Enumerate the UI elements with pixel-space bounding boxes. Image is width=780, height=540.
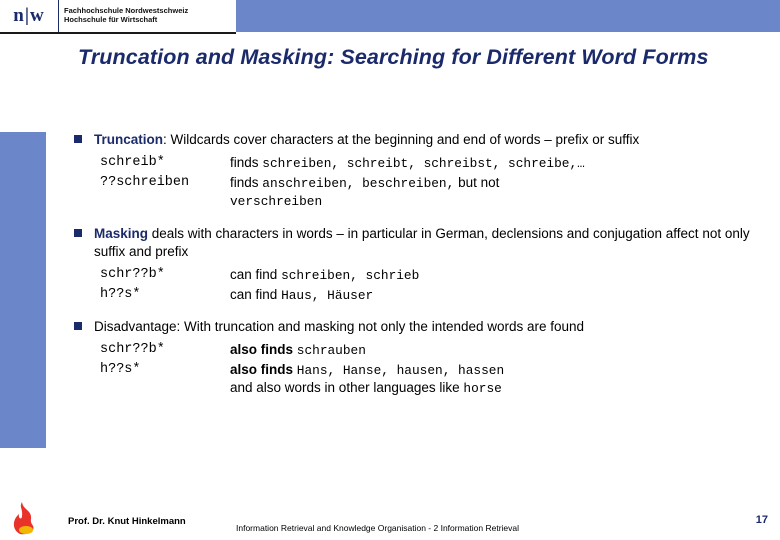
example-value: anschreiben, beschreiben, xyxy=(262,176,455,192)
table-row: schreib* finds schreiben, schreibt, schr… xyxy=(72,153,585,173)
footer-page-number: 17 xyxy=(755,514,768,526)
bullet-lead-truncation: Truncation xyxy=(94,132,164,147)
slide-content: Truncation: Wildcards cover characters a… xyxy=(72,131,772,410)
institution-logo: n|w Fachhochschule Nordwestschweiz Hochs… xyxy=(0,0,236,34)
table-row: schr??b* can find schreiben, schrieb xyxy=(72,265,419,285)
flame-logo-icon xyxy=(13,502,34,535)
example-term: h??s* xyxy=(100,287,141,303)
bullet-masking: Masking deals with characters in words –… xyxy=(72,225,772,261)
bullet-group-masking: Masking deals with characters in words –… xyxy=(72,225,772,306)
examples-masking: schr??b* can find schreiben, schrieb h??… xyxy=(72,265,419,306)
example-description: finds anschreiben, beschreiben, but not … xyxy=(230,173,585,211)
left-accent-band xyxy=(0,132,46,448)
example-label-secondary: but not xyxy=(458,175,500,191)
bullet-group-disadvantage: Disadvantage: With truncation and maskin… xyxy=(72,318,772,399)
example-value-secondary: verschreiben xyxy=(230,193,323,209)
example-label: also finds xyxy=(230,341,294,357)
example-description: finds schreiben, schreibt, schreibst, sc… xyxy=(230,153,585,173)
example-description: also finds Hans, Hanse, hausen, hassen a… xyxy=(230,360,504,399)
example-label-secondary: and also words in other languages like xyxy=(230,380,460,396)
example-term: h??s* xyxy=(100,361,141,377)
bullet-text-truncation: : Wildcards cover characters at the begi… xyxy=(163,132,640,147)
example-term: schr??b* xyxy=(100,341,165,357)
bullet-marker-icon xyxy=(74,135,82,143)
example-label: can find xyxy=(230,287,278,303)
bullet-disadvantage: Disadvantage: With truncation and maskin… xyxy=(72,318,772,336)
example-label: finds xyxy=(230,155,259,171)
bullet-marker-icon xyxy=(74,228,82,237)
example-term: schr??b* xyxy=(100,267,165,283)
page-title: Truncation and Masking: Searching for Di… xyxy=(78,45,709,69)
footer-course-info: Information Retrieval and Knowledge Orga… xyxy=(236,523,520,533)
example-term: schreib* xyxy=(100,155,165,171)
bullet-text-masking: deals with characters in words – in part… xyxy=(94,225,750,259)
example-label: finds xyxy=(230,175,259,191)
example-description: can find schreiben, schrieb xyxy=(230,265,419,285)
example-value: Haus, Häuser xyxy=(281,288,374,304)
bullet-truncation: Truncation: Wildcards cover characters a… xyxy=(72,131,772,149)
example-label: can find xyxy=(230,267,278,283)
top-banner: n|w Fachhochschule Nordwestschweiz Hochs… xyxy=(0,0,780,34)
bullet-text-disadvantage: Disadvantage: With truncation and maskin… xyxy=(94,318,585,334)
bullet-marker-icon xyxy=(74,321,82,330)
footer-author: Prof. Dr. Knut Hinkelmann xyxy=(68,516,186,527)
table-row: ??schreiben finds anschreiben, beschreib… xyxy=(72,173,585,211)
example-value: Hans, Hanse, hausen, hassen xyxy=(296,362,505,378)
example-value-secondary: horse xyxy=(463,381,502,397)
example-extra-note: and also words in other languages like h… xyxy=(230,379,504,397)
table-row: h??s* can find Haus, Häuser xyxy=(72,285,419,305)
bullet-lead-masking: Masking xyxy=(94,225,149,241)
logo-line-2: Hochschule für Wirtschaft xyxy=(64,15,158,24)
example-description: can find Haus, Häuser xyxy=(230,285,419,305)
example-value: schreiben, schreibt, schreibst, schreibe… xyxy=(262,156,585,172)
example-term: ??schreiben xyxy=(100,175,190,191)
example-description: also finds schrauben xyxy=(230,340,504,360)
bullet-group-truncation: Truncation: Wildcards cover characters a… xyxy=(72,131,772,211)
examples-truncation: schreib* finds schreiben, schreibt, schr… xyxy=(72,153,585,211)
examples-disadvantage: schr??b* also finds schrauben h??s* also… xyxy=(72,340,504,399)
example-label: also finds xyxy=(230,361,294,377)
logo-institution-text: Fachhochschule Nordwestschweiz Hochschul… xyxy=(59,0,236,32)
table-row: schr??b* also finds schrauben xyxy=(72,340,504,360)
example-value: schrauben xyxy=(296,342,366,358)
example-value: schreiben, schrieb xyxy=(281,268,420,284)
table-row: h??s* also finds Hans, Hanse, hausen, ha… xyxy=(72,360,504,399)
logo-abbrev: n|w xyxy=(0,0,59,32)
